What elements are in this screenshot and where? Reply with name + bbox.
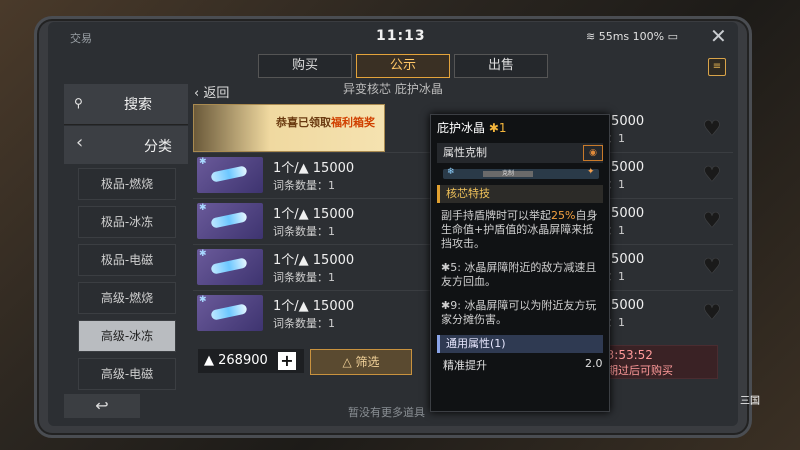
star9-desc: ✱9: 冰晶屏障可以为附近友方玩家分摊伤害。 xyxy=(441,299,597,326)
stat-value: 2.0 xyxy=(585,357,603,370)
chevron-left-icon: ‹ xyxy=(76,132,84,153)
watermark-logo: 三国 xyxy=(740,396,760,407)
battery-icon: ▭ xyxy=(667,30,679,43)
return-arrow-icon: ↩ xyxy=(95,396,109,415)
ping: 55ms xyxy=(598,30,630,43)
clock: 11:13 xyxy=(376,28,426,44)
empty-note: 暂没有更多道具 xyxy=(348,406,425,419)
add-currency-button[interactable]: + xyxy=(278,352,296,370)
sidebar-item-advanced-emp[interactable]: 高级-电磁 xyxy=(78,358,176,390)
sidebar-item-advanced-burn[interactable]: 高级-燃烧 xyxy=(78,282,176,314)
wifi-icon: ≋ xyxy=(586,30,596,43)
fire-icon: ✦ xyxy=(587,167,595,177)
item-detail-popup: 庇护冰晶 ✱1 属性克制 ◉ ❄ 克制 ✦ 核芯特技 副手持盾牌时可以举起25%… xyxy=(430,114,610,412)
coin-icon: ▲ xyxy=(204,353,219,368)
sidebar-item-excellent-emp[interactable]: 极品-电磁 xyxy=(78,244,176,276)
counter-bar: ❄ 克制 ✦ xyxy=(443,167,599,179)
attr-counter-section: 属性克制 ◉ xyxy=(437,143,603,163)
tab-buy[interactable]: 购买 xyxy=(258,54,352,78)
favorite-heart-icon[interactable]: ♥ xyxy=(703,162,721,186)
trade-screen: 交易 11:13 ≋ 55ms 100% ▭ ✕ 购买 公示 出售 ≡ ⚲ 搜索… xyxy=(48,22,738,426)
category-label: 分类 xyxy=(144,139,172,155)
triangle-icon: △ xyxy=(342,355,356,369)
star-level: ✱1 xyxy=(488,121,507,135)
stat-name: 精准提升 xyxy=(443,359,487,372)
general-attr-label: 通用属性(1) xyxy=(437,335,603,353)
snowflake-icon: ❄ xyxy=(447,167,455,177)
popup-title: 庇护冰晶 ✱1 xyxy=(437,121,507,135)
filter-button[interactable]: △ 筛选 xyxy=(310,349,412,375)
ledger-icon[interactable]: ≡ xyxy=(708,58,726,76)
tab-public[interactable]: 公示 xyxy=(356,54,450,78)
search-label: 搜索 xyxy=(124,97,152,113)
star5-desc: ✱5: 冰晶屏障附近的敌方减速且友方回血。 xyxy=(441,261,597,288)
battery-level: 100% xyxy=(632,30,665,43)
favorite-heart-icon[interactable]: ♥ xyxy=(703,254,721,278)
core-skill-label: 核芯特技 xyxy=(437,185,603,203)
core-skill-desc: 副手持盾牌时可以举起25%自身生命值+护盾值的冰晶屏障来抵挡攻击。 xyxy=(441,209,598,250)
status-info: ≋ 55ms 100% ▭ xyxy=(586,30,678,43)
sidebar-item-advanced-freeze[interactable]: 高级-冰冻 xyxy=(78,320,176,352)
sidebar-item-excellent-burn[interactable]: 极品-燃烧 xyxy=(78,168,176,200)
list-header: 异变核芯 庇护冰晶 xyxy=(343,82,443,96)
favorite-heart-icon[interactable]: ♥ xyxy=(703,116,721,140)
return-button[interactable]: ↩ xyxy=(64,394,140,418)
tab-bar: 购买 公示 出售 xyxy=(258,54,552,78)
back-link[interactable]: ‹ 返回 xyxy=(194,82,229,101)
eye-icon[interactable]: ◉ xyxy=(583,145,603,161)
close-icon[interactable]: ✕ xyxy=(710,24,727,48)
counter-label: 克制 xyxy=(483,171,533,177)
favorite-heart-icon[interactable]: ♥ xyxy=(703,300,721,324)
chevron-left-icon: ‹ xyxy=(194,86,204,101)
category-button[interactable]: ‹ 分类 xyxy=(64,126,188,164)
favorite-heart-icon[interactable]: ♥ xyxy=(703,208,721,232)
search-icon: ⚲ xyxy=(74,96,83,110)
tab-sell[interactable]: 出售 xyxy=(454,54,548,78)
screen-title: 交易 xyxy=(70,32,92,45)
search-button[interactable]: ⚲ 搜索 xyxy=(64,84,188,125)
sidebar-item-excellent-freeze[interactable]: 极品-冰冻 xyxy=(78,206,176,238)
